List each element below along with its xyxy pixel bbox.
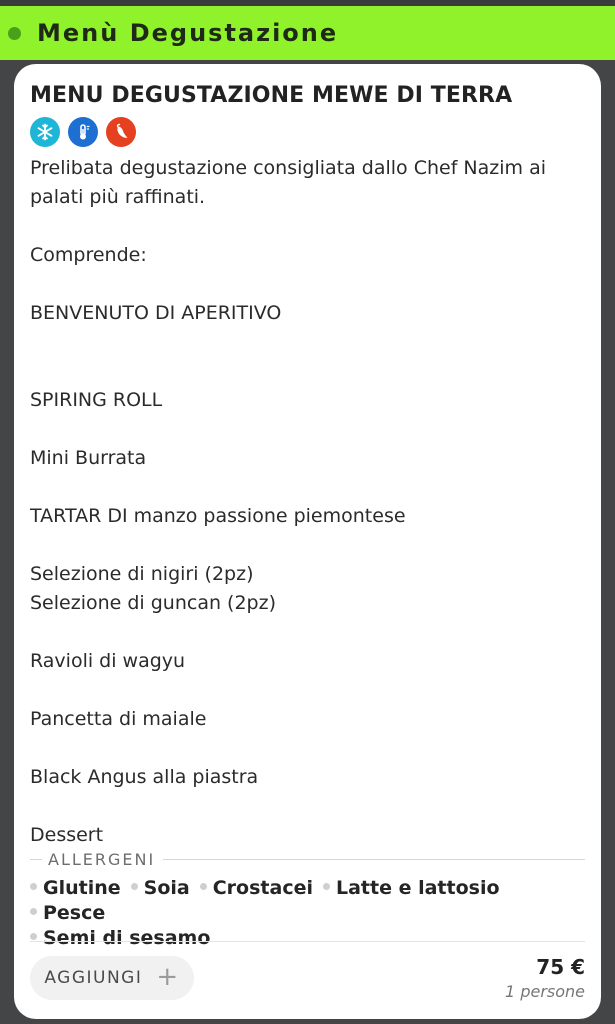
category-title: Menù Degustazione [37, 19, 339, 47]
price-box: 75 € 1 persone [505, 954, 585, 1002]
chili-pepper-icon [106, 117, 136, 147]
allergen-item: Crostacei [199, 876, 313, 901]
allergen-name: Crostacei [212, 877, 313, 899]
bullet-icon [130, 883, 138, 890]
add-button-label: AGGIUNGI [44, 968, 143, 988]
item-title: MENU DEGUSTAZIONE MEWE DI TERRA [30, 83, 513, 108]
allergen-item: Glutine [30, 876, 121, 901]
snowflake-icon [30, 117, 60, 147]
item-icons [30, 117, 585, 148]
course-pancetta: Pancetta di maiale [30, 708, 207, 730]
course-guncan: Selezione di guncan (2pz) [30, 592, 277, 614]
price-persons: 1 persone [505, 982, 585, 1001]
category-header: Menù Degustazione [0, 6, 615, 60]
plus-icon: + [156, 962, 180, 992]
course-spiring-roll: SPIRING ROLL [30, 389, 163, 411]
allergen-name: Semi di sesamo [43, 927, 211, 949]
allergen-item: Soia [130, 876, 190, 901]
divider [30, 859, 42, 860]
course-black-angus: Black Angus alla piastra [30, 766, 259, 788]
footer-divider [30, 941, 585, 942]
bullet-icon [30, 883, 37, 890]
course-tartar: TARTAR DI manzo passione piemontese [30, 505, 406, 527]
course-benvenuto: BENVENUTO DI APERITIVO [30, 302, 282, 324]
course-mini-burrata: Mini Burrata [30, 447, 147, 469]
item-price: 75 € [536, 955, 585, 979]
description-intro: Prelibata degustazione consigliata dallo… [30, 157, 547, 208]
divider [163, 859, 585, 860]
menu-item-card: MENU DEGUSTAZIONE MEWE DI TERRA Prelibat… [14, 64, 601, 1019]
thermometer-icon [68, 117, 98, 147]
allergen-name: Latte e lattosio [335, 877, 500, 899]
description-comprende: Comprende: [30, 244, 147, 266]
allergens-list: Glutine Soia Crostacei Latte e lattosio Pesc… [30, 876, 585, 951]
bullet-icon [322, 883, 330, 890]
course-ravioli: Ravioli di wagyu [30, 650, 186, 672]
allergen-item: Semi di sesamo [30, 926, 210, 951]
allergen-item: Pesce [30, 901, 105, 926]
add-to-cart-button[interactable]: AGGIUNGI + [30, 956, 194, 1000]
allergens-header: ALLERGENI [30, 850, 585, 869]
course-nigiri: Selezione di nigiri (2pz) [30, 563, 254, 585]
course-dessert: Dessert [30, 824, 104, 846]
bullet-icon [199, 883, 207, 890]
bullet-icon [30, 933, 37, 940]
allergens-label: ALLERGENI [48, 850, 156, 869]
bullet-icon [30, 908, 37, 915]
category-dot-icon [8, 26, 21, 40]
allergen-name: Soia [143, 877, 190, 899]
allergen-item: Latte e lattosio [322, 876, 500, 901]
item-description: Prelibata degustazione consigliata dallo… [30, 154, 585, 850]
allergen-name: Glutine [43, 877, 121, 899]
allergen-name: Pesce [43, 902, 106, 924]
